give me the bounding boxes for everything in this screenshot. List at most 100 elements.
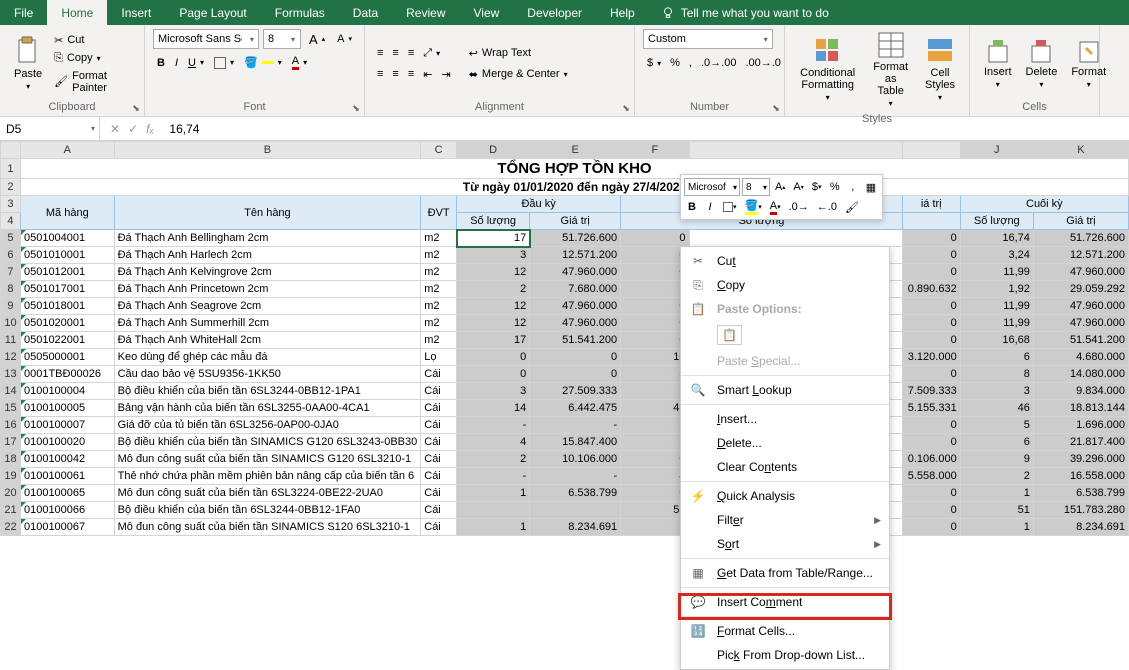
menu-insert[interactable]: Insert...: [681, 407, 889, 431]
mini-format-painter[interactable]: 🖌: [842, 198, 862, 216]
cell[interactable]: Đá Thạch Anh WhiteHall 2cm: [114, 332, 421, 349]
col-header-c[interactable]: C: [421, 142, 457, 159]
cell[interactable]: 0: [621, 332, 689, 349]
cell[interactable]: 0: [902, 434, 960, 451]
bold-button[interactable]: B: [153, 55, 169, 71]
cell[interactable]: 0: [902, 502, 960, 519]
number-launcher[interactable]: ⬊: [770, 102, 782, 114]
mini-accounting[interactable]: $▾: [809, 178, 825, 196]
cell[interactable]: -: [457, 417, 530, 434]
cell[interactable]: 0: [621, 315, 689, 332]
cell-styles-button[interactable]: Cell Styles▾: [919, 35, 961, 104]
cell[interactable]: 0: [902, 417, 960, 434]
cell[interactable]: Cầu dao bảo vệ 5SU9356-1KK50: [114, 366, 421, 383]
row-header[interactable]: 11: [1, 332, 21, 349]
cell[interactable]: 5: [621, 417, 689, 434]
tab-view[interactable]: View: [460, 0, 514, 25]
cell[interactable]: 0501017001: [20, 281, 114, 298]
cell[interactable]: 0100100007: [20, 417, 114, 434]
enter-formula-button[interactable]: ✓: [128, 122, 138, 136]
orientation-button[interactable]: ⤢▾: [419, 45, 444, 62]
align-bottom-button[interactable]: ≡: [404, 45, 418, 61]
cell[interactable]: 0501020001: [20, 315, 114, 332]
cell[interactable]: 16,74: [960, 230, 1033, 247]
font-name-combo[interactable]: ▾: [153, 29, 259, 49]
border-button[interactable]: ▾: [210, 55, 238, 71]
cell[interactable]: 0001TBĐ00026: [20, 366, 114, 383]
name-box[interactable]: ▾: [0, 117, 100, 140]
cell[interactable]: 6.442.475: [530, 400, 621, 417]
cell[interactable]: 2: [621, 434, 689, 451]
fill-color-button[interactable]: 🪣▾: [240, 54, 286, 71]
col-header-e[interactable]: E: [530, 142, 621, 159]
font-size-input[interactable]: [264, 33, 286, 45]
cell[interactable]: 6: [960, 349, 1033, 366]
shrink-font-button[interactable]: A▾: [333, 31, 356, 47]
menu-sort[interactable]: Sort▶: [681, 532, 889, 556]
cell[interactable]: 1.696.000: [1033, 417, 1128, 434]
cell[interactable]: 8: [960, 366, 1033, 383]
cell[interactable]: 51: [960, 502, 1033, 519]
cell[interactable]: m2: [421, 230, 457, 247]
mini-shrink-font[interactable]: A▾: [790, 178, 806, 196]
cell[interactable]: 0501010001: [20, 247, 114, 264]
cell[interactable]: 0: [457, 349, 530, 366]
col-header-d[interactable]: D: [457, 142, 530, 159]
tab-insert[interactable]: Insert: [107, 0, 165, 25]
cell[interactable]: 0: [902, 247, 960, 264]
row-header[interactable]: 14: [1, 383, 21, 400]
mini-font-color[interactable]: A▾: [767, 198, 784, 216]
cell[interactable]: 3: [457, 247, 530, 264]
worksheet[interactable]: A B C D E F J K 1TỔNG HỢP TỒN KHO 2Từ ng…: [0, 141, 1129, 536]
cell[interactable]: m2: [421, 332, 457, 349]
tab-developer[interactable]: Developer: [513, 0, 596, 25]
font-launcher[interactable]: ⬊: [350, 102, 362, 114]
cell[interactable]: 0100100066: [20, 502, 114, 519]
menu-paste-btn[interactable]: 📋: [681, 321, 889, 349]
cell[interactable]: 51.726.600: [1033, 230, 1128, 247]
cell[interactable]: 3: [621, 383, 689, 400]
menu-clear[interactable]: Clear Contents: [681, 455, 889, 479]
menu-dropdown-list[interactable]: Pick From Drop-down List...: [681, 643, 889, 667]
tab-data[interactable]: Data: [339, 0, 392, 25]
cut-button[interactable]: ✂Cut: [50, 32, 136, 49]
cell[interactable]: 0: [530, 366, 621, 383]
paste-button[interactable]: Paste ▾: [8, 34, 48, 93]
format-painter-button[interactable]: 🖌Format Painter: [50, 68, 136, 96]
increase-decimal-button[interactable]: .0→.00: [697, 55, 740, 71]
cell[interactable]: 10: [621, 349, 689, 366]
align-middle-button[interactable]: ≡: [388, 45, 402, 61]
mini-font-combo[interactable]: ▾: [684, 178, 740, 196]
cell[interactable]: 0: [902, 230, 960, 247]
format-cells-button[interactable]: Format▾: [1065, 36, 1112, 91]
cell[interactable]: m2: [421, 247, 457, 264]
cell[interactable]: 16,68: [960, 332, 1033, 349]
tab-home[interactable]: Home: [47, 0, 107, 25]
cell[interactable]: 10.106.000: [530, 451, 621, 468]
cell[interactable]: 0: [621, 247, 689, 264]
cell[interactable]: 47.960.000: [1033, 315, 1128, 332]
row-header[interactable]: 17: [1, 434, 21, 451]
cell[interactable]: 4: [621, 468, 689, 485]
cell[interactable]: 14.080.000: [1033, 366, 1128, 383]
cell[interactable]: Cái: [421, 383, 457, 400]
tab-help[interactable]: Help: [596, 0, 649, 25]
cell[interactable]: -: [457, 468, 530, 485]
cell[interactable]: 0: [902, 366, 960, 383]
row-header[interactable]: 18: [1, 451, 21, 468]
cell[interactable]: 0501022001: [20, 332, 114, 349]
cell[interactable]: 0501004001: [20, 230, 114, 247]
cell[interactable]: 11,99: [960, 264, 1033, 281]
cell[interactable]: 0100100067: [20, 519, 114, 536]
cell[interactable]: 12: [457, 315, 530, 332]
cell[interactable]: 0.890.632: [902, 281, 960, 298]
menu-smart-lookup[interactable]: 🔍Smart Lookup: [681, 378, 889, 402]
col-header-i[interactable]: [902, 142, 960, 159]
cell[interactable]: Bộ điều khiển của biến tần 6SL3244-0BB12…: [114, 502, 421, 519]
cell[interactable]: 16.558.000: [1033, 468, 1128, 485]
menu-copy[interactable]: ⎘Copy: [681, 273, 889, 297]
cell[interactable]: 12: [457, 264, 530, 281]
clipboard-launcher[interactable]: ⬊: [130, 102, 142, 114]
cell[interactable]: 0: [621, 230, 689, 247]
cell[interactable]: 5.155.331: [902, 400, 960, 417]
